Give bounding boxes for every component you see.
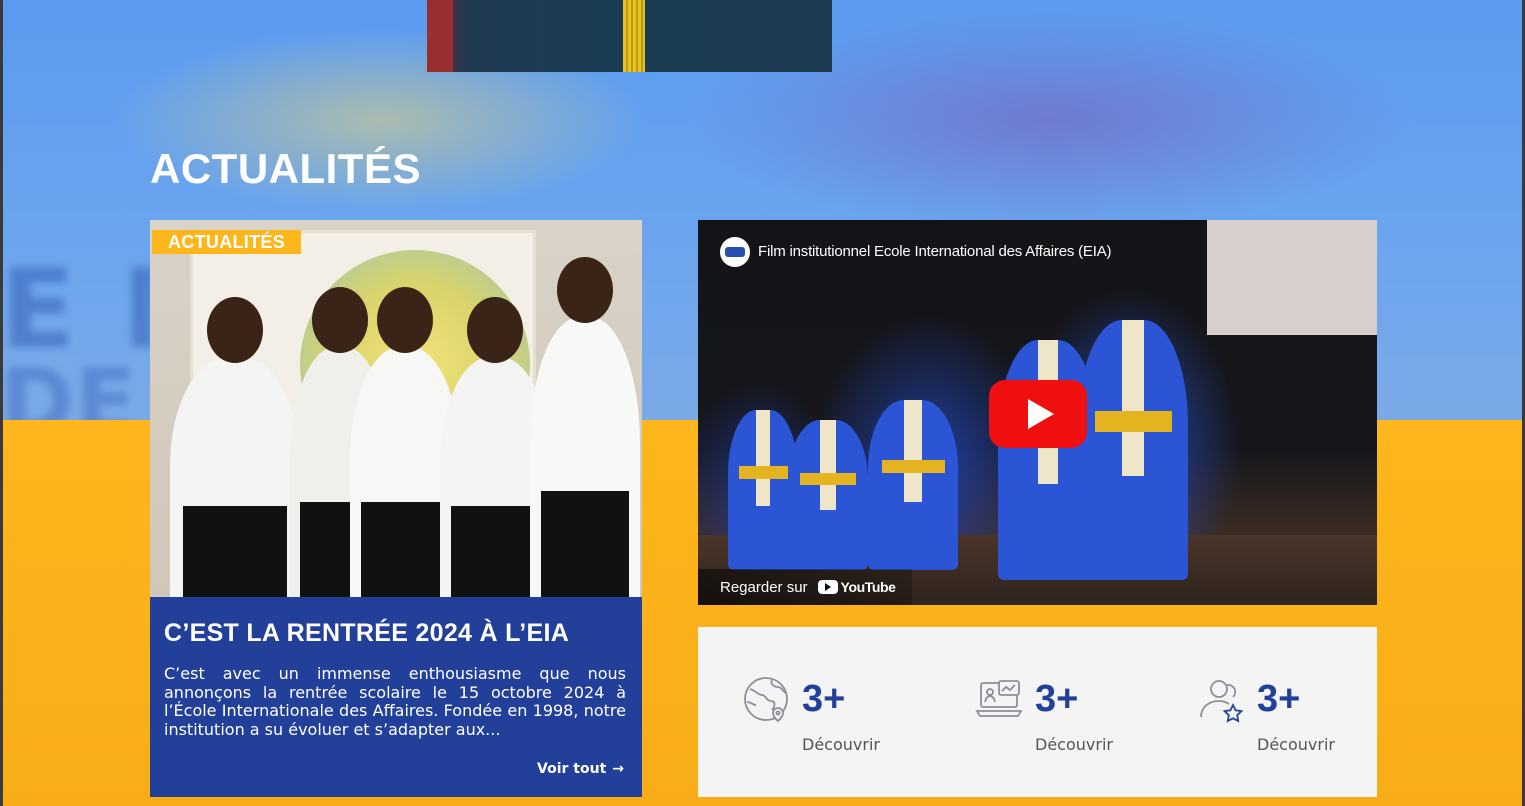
stat-value: 3+ — [802, 678, 846, 720]
see-all-label: Voir tout — [537, 761, 607, 777]
stats-panel: 3+ Découvrir 3+ Découvrir 3+ Découvrir — [698, 627, 1377, 797]
news-category-badge[interactable]: ACTUALITÉS — [152, 230, 301, 254]
globe-icon — [744, 677, 788, 723]
arrow-right-icon: → — [612, 761, 624, 777]
stat-value: 3+ — [1257, 678, 1301, 720]
play-icon — [1028, 399, 1054, 429]
youtube-logo: YouTube — [817, 579, 896, 595]
stat-value: 3+ — [1035, 678, 1079, 720]
section-title: ACTUALITÉS — [150, 145, 421, 192]
users-star-icon — [1200, 680, 1244, 723]
youtube-icon — [817, 580, 838, 594]
watch-on-youtube-button[interactable]: Regarder sur YouTube — [698, 569, 912, 605]
youtube-video-embed[interactable]: Film institutionnel Ecole International … — [698, 220, 1377, 605]
channel-logo-icon[interactable] — [720, 237, 750, 267]
video-title[interactable]: Film institutionnel Ecole International … — [758, 243, 1112, 260]
laptop-chart-icon — [975, 680, 1023, 717]
news-photo[interactable]: ACTUALITÉS — [150, 220, 642, 597]
discover-link[interactable]: Découvrir — [1035, 735, 1113, 754]
window-border-left — [0, 0, 3, 806]
watch-on-label: Regarder sur — [720, 578, 808, 596]
see-all-link[interactable]: Voir tout → — [537, 761, 624, 777]
news-excerpt: C’est avec un immense enthousiasme que n… — [164, 664, 626, 739]
discover-link[interactable]: Découvrir — [1257, 735, 1335, 754]
play-button[interactable] — [989, 380, 1087, 448]
top-photo-fragment — [427, 0, 832, 72]
news-card[interactable]: ACTUALITÉS C’EST LA RENTRÉE 2024 À L’EIA… — [150, 220, 642, 797]
discover-link[interactable]: Découvrir — [802, 735, 880, 754]
news-headline[interactable]: C’EST LA RENTRÉE 2024 À L’EIA — [164, 619, 569, 648]
news-body: C’EST LA RENTRÉE 2024 À L’EIA C’est avec… — [150, 597, 642, 797]
